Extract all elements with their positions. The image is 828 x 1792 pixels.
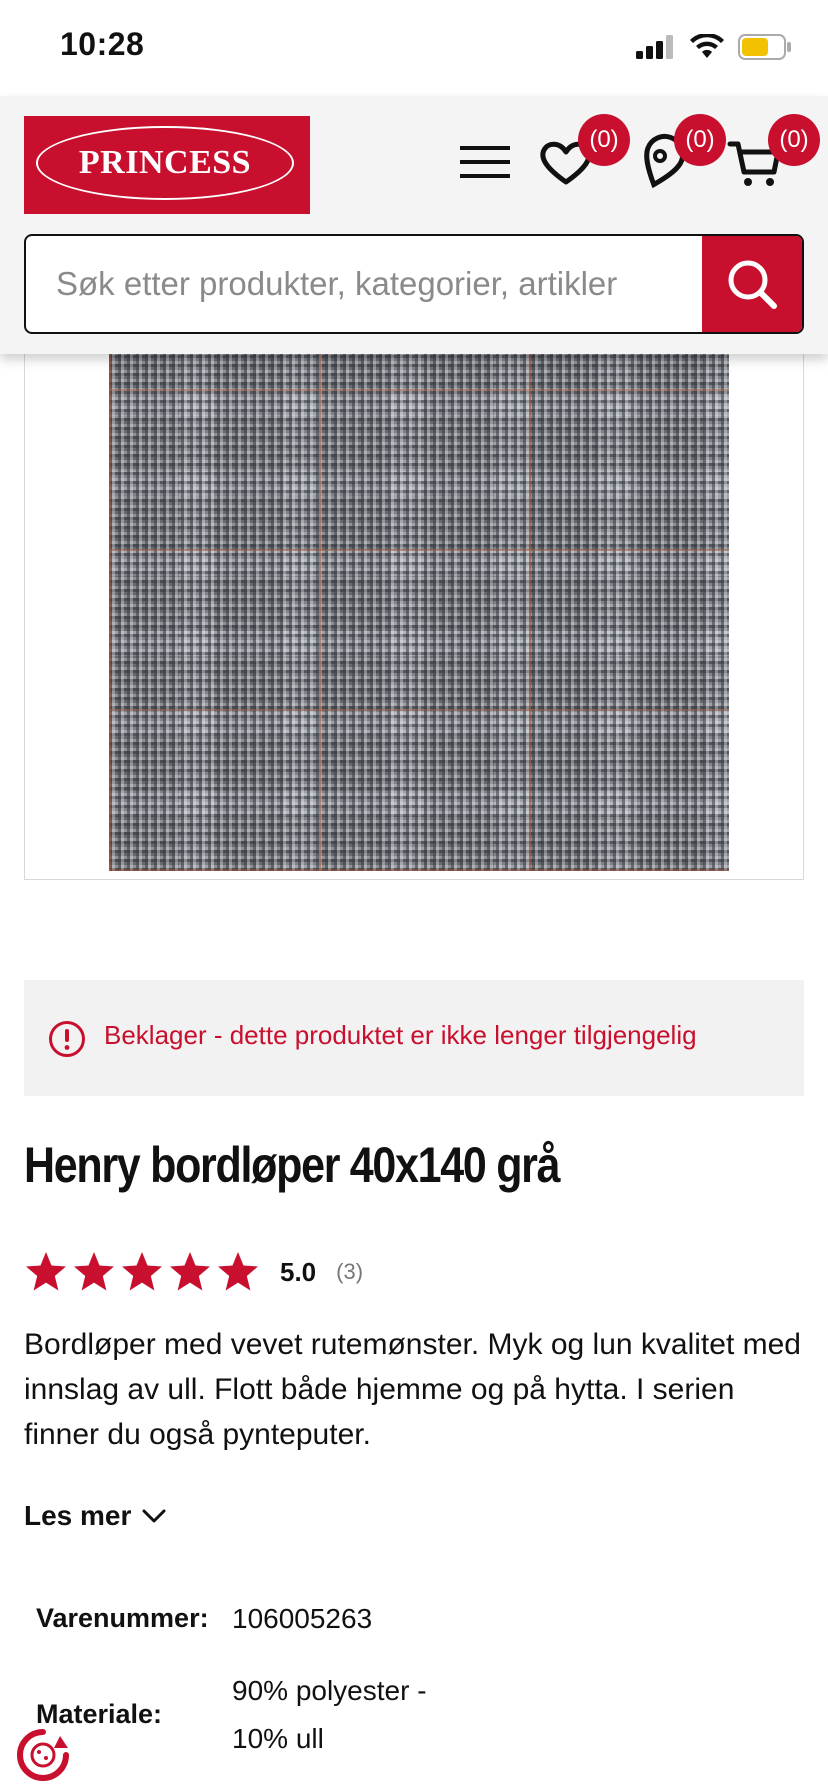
wishlist-button[interactable]: (0) bbox=[536, 114, 630, 192]
star-icon bbox=[122, 1252, 162, 1291]
unavailable-notice: Beklager - dette produktet er ikke lenge… bbox=[24, 980, 804, 1096]
chevron-down-icon bbox=[142, 1509, 166, 1523]
star-icon bbox=[26, 1252, 66, 1291]
cart-count-badge: (0) bbox=[768, 114, 820, 166]
princess-logo[interactable]: PRINCESS bbox=[24, 116, 310, 214]
status-bar: 10:28 bbox=[0, 0, 828, 96]
cart-button[interactable]: (0) bbox=[726, 114, 820, 192]
star-icon bbox=[170, 1252, 210, 1291]
stores-count-badge: (0) bbox=[674, 114, 726, 166]
product-rating[interactable]: 5.0 (3) bbox=[24, 1248, 363, 1296]
logo-oval: PRINCESS bbox=[36, 126, 294, 200]
search-icon bbox=[728, 260, 777, 309]
product-image bbox=[109, 351, 729, 871]
read-more-label: Les mer bbox=[24, 1500, 132, 1531]
wifi-icon bbox=[690, 34, 724, 58]
product-title: Henry bordløper 40x140 grå bbox=[24, 1137, 561, 1193]
search-button[interactable] bbox=[702, 236, 802, 332]
rating-value: 5.0 bbox=[280, 1256, 317, 1287]
spec-value-article-number: 106005263 bbox=[232, 1603, 373, 1634]
status-time: 10:28 bbox=[60, 26, 145, 62]
wishlist-count-badge: (0) bbox=[578, 114, 630, 166]
search-input[interactable] bbox=[26, 236, 706, 332]
star-icon bbox=[218, 1252, 258, 1291]
rating-stars bbox=[24, 1250, 260, 1294]
review-count: (3) bbox=[336, 1259, 364, 1284]
product-description: Bordløper med vevet rutemønster. Myk og … bbox=[24, 1328, 801, 1451]
search-bar bbox=[24, 234, 804, 334]
status-icons bbox=[636, 34, 792, 60]
unavailable-notice-text: Beklager - dette produktet er ikke lenge… bbox=[104, 1020, 697, 1050]
alert-circle-icon bbox=[49, 1021, 85, 1057]
logo-text: PRINCESS bbox=[78, 144, 252, 181]
cookie-settings-icon bbox=[17, 1729, 69, 1781]
star-icon bbox=[74, 1252, 114, 1291]
hamburger-icon bbox=[460, 146, 510, 178]
site-header: PRINCESS (0) (0) (0) bbox=[0, 96, 828, 354]
stores-button[interactable]: (0) bbox=[632, 114, 726, 192]
battery-icon bbox=[738, 34, 791, 60]
spec-value-material-line2: 10% ull bbox=[232, 1723, 324, 1754]
spec-value-material-line1: 90% polyester - bbox=[232, 1675, 427, 1706]
signal-icon bbox=[636, 35, 673, 59]
floating-action-button[interactable] bbox=[14, 1726, 72, 1784]
read-more-toggle[interactable]: Les mer bbox=[24, 1500, 167, 1532]
spec-label-article-number: Varenummer: bbox=[36, 1603, 209, 1633]
menu-button[interactable] bbox=[456, 132, 516, 192]
product-image-frame[interactable] bbox=[24, 300, 804, 880]
